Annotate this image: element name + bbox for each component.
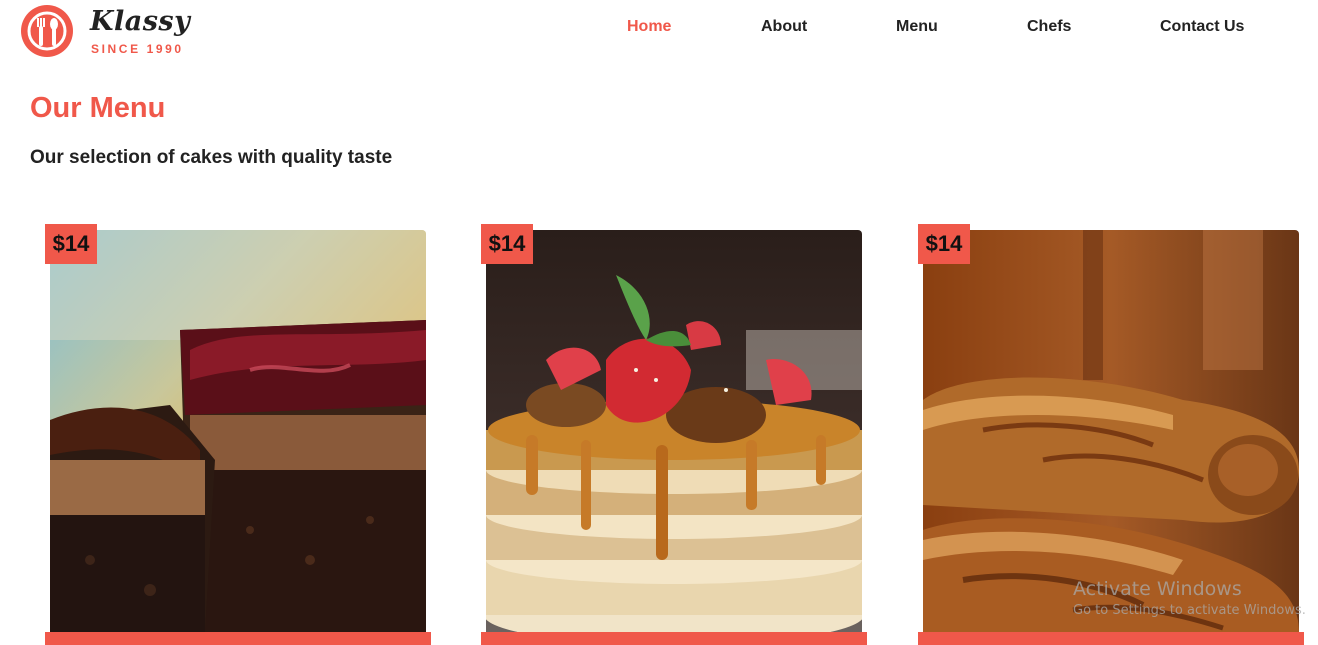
chocolate-cake-photo: [50, 230, 426, 632]
price-badge: $14: [45, 224, 97, 264]
card-accent-bar: [481, 632, 867, 645]
menu-card-3[interactable]: $14: [918, 224, 1304, 645]
nav-chefs[interactable]: Chefs: [1027, 18, 1071, 36]
main-nav: Home About Menu Chefs Contact Us: [0, 0, 1318, 56]
menu-card-2[interactable]: $14: [481, 224, 867, 645]
nav-menu[interactable]: Menu: [896, 18, 938, 36]
card-accent-bar: [45, 632, 431, 645]
nav-contact-us[interactable]: Contact Us: [1160, 18, 1244, 36]
price-badge: $14: [918, 224, 970, 264]
nav-home[interactable]: Home: [627, 18, 671, 36]
menu-card-1[interactable]: $14: [45, 224, 431, 645]
nav-about[interactable]: About: [761, 18, 807, 36]
section-subtitle: Our selection of cakes with quality tast…: [30, 147, 393, 168]
bread-loaves-photo: [923, 230, 1299, 632]
section-title: Our Menu: [30, 92, 166, 124]
price-badge: $14: [481, 224, 533, 264]
pancake-stack-photo: [486, 230, 862, 632]
card-accent-bar: [918, 632, 1304, 645]
